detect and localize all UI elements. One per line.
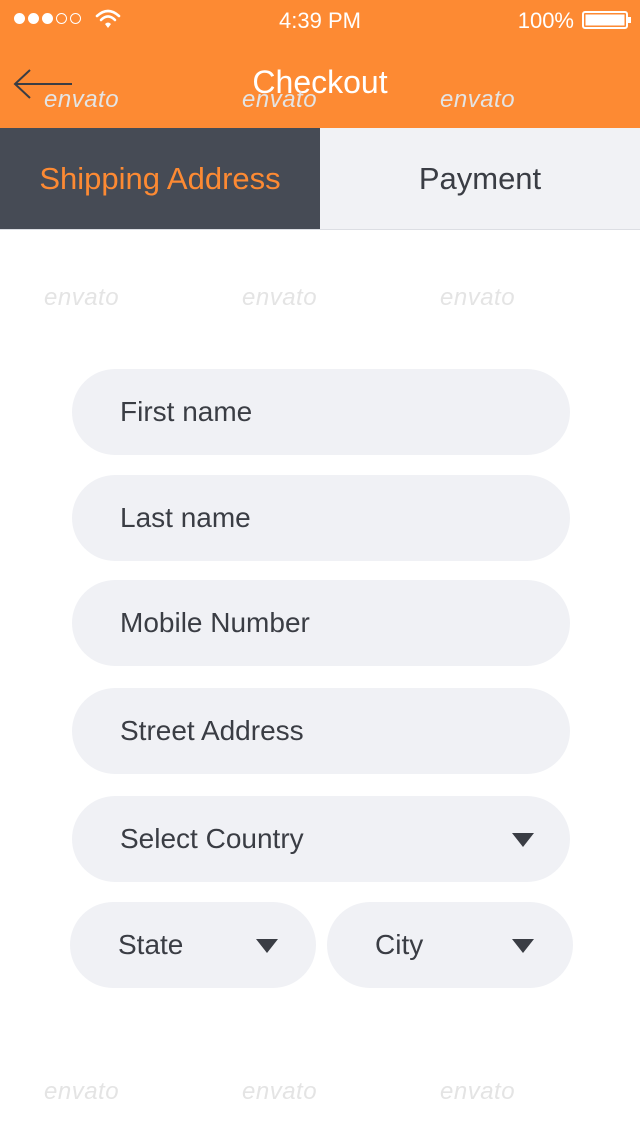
state-select-label: State	[118, 929, 184, 960]
watermark: envato	[44, 1078, 120, 1105]
caret-down-icon	[256, 939, 278, 953]
watermark: envato	[440, 284, 516, 311]
header-bar: 4:39 PM 100% Checkout	[0, 0, 640, 128]
watermark: envato	[242, 284, 318, 311]
city-select-label: City	[375, 929, 424, 960]
last-name-field[interactable]: Last name	[72, 475, 570, 561]
tab-payment[interactable]: Payment	[320, 128, 640, 229]
city-select[interactable]: City	[327, 902, 573, 988]
watermark: envato	[242, 1078, 318, 1105]
watermark: envato	[440, 1078, 516, 1105]
last-name-placeholder: Last name	[120, 502, 251, 533]
page-title: Checkout	[252, 64, 388, 100]
first-name-placeholder: First name	[120, 396, 253, 427]
country-select-label: Select Country	[120, 823, 304, 854]
state-select[interactable]: State	[70, 902, 316, 988]
mobile-number-field[interactable]: Mobile Number	[72, 580, 570, 666]
first-name-field[interactable]: First name	[72, 369, 570, 455]
tab-shipping-address[interactable]: Shipping Address	[0, 128, 320, 229]
caret-down-icon	[512, 833, 534, 847]
battery-percentage: 100%	[517, 8, 574, 33]
watermark: envato	[44, 284, 120, 311]
country-select[interactable]: Select Country	[72, 796, 570, 882]
status-bar: 4:39 PM 100%	[0, 0, 640, 40]
caret-down-icon	[512, 939, 534, 953]
battery-icon	[582, 11, 631, 29]
street-address-field[interactable]: Street Address	[72, 688, 570, 774]
street-address-placeholder: Street Address	[120, 715, 304, 746]
checkout-tabs: Shipping Address Payment	[0, 128, 640, 230]
mobile-number-placeholder: Mobile Number	[120, 607, 310, 638]
